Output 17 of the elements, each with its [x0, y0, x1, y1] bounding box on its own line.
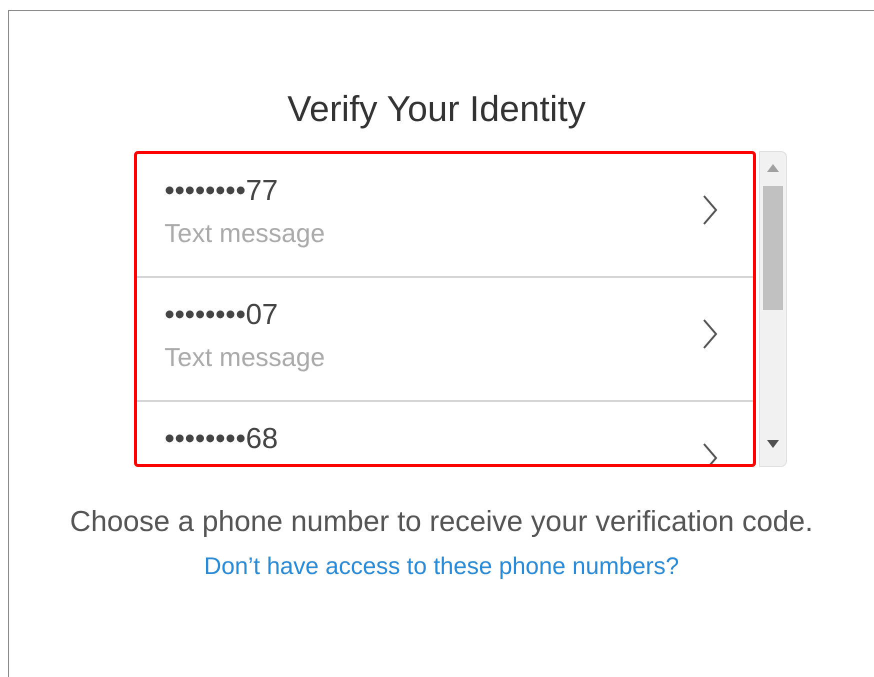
masked-phone-number: ••••••••77	[164, 174, 278, 208]
phone-number-option[interactable]: ••••••••07 Text message	[136, 278, 752, 402]
delivery-method: Text message	[164, 342, 325, 372]
masked-phone-number: ••••••••68	[164, 422, 278, 456]
scroll-up-icon[interactable]	[766, 164, 778, 172]
help-link[interactable]: Don’t have access to these phone numbers?	[204, 553, 679, 581]
scrollbar[interactable]	[758, 151, 786, 467]
phone-number-option[interactable]: ••••••••68	[136, 402, 752, 464]
phone-number-option[interactable]: ••••••••77 Text message	[136, 154, 752, 278]
chevron-right-icon	[702, 194, 718, 226]
masked-phone-number: ••••••••07	[164, 298, 278, 332]
scroll-down-icon[interactable]	[766, 440, 778, 448]
delivery-method: Text message	[164, 218, 325, 248]
page-title: Verify Your Identity	[287, 89, 586, 129]
scrollbar-thumb[interactable]	[762, 186, 782, 310]
instruction-text: Choose a phone number to receive your verification code.	[68, 505, 814, 540]
chevron-right-icon	[702, 318, 718, 350]
